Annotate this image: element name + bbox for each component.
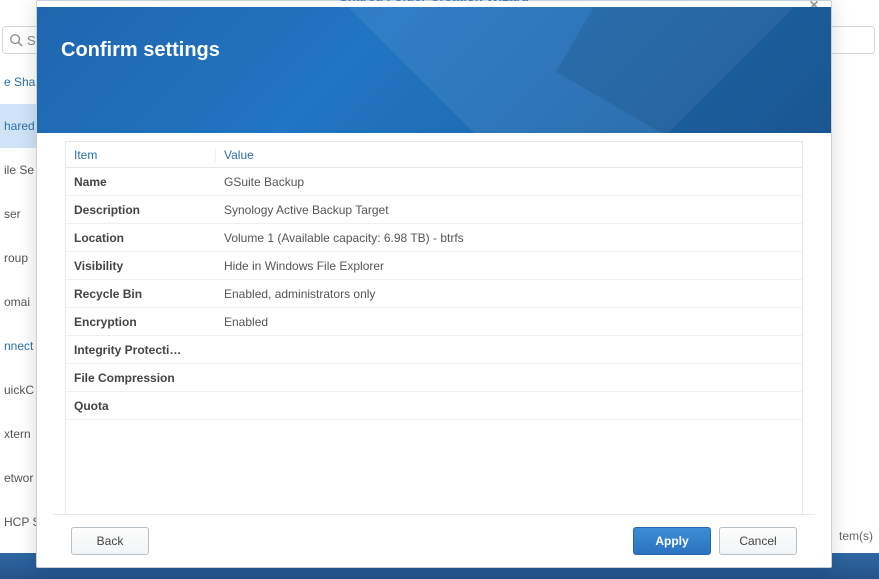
sidebar-item[interactable]: HCP S bbox=[0, 500, 36, 544]
row-item-label: File Compression bbox=[66, 365, 216, 391]
row-item-value bbox=[216, 372, 802, 384]
table-row: Recycle BinEnabled, administrators only bbox=[66, 280, 802, 308]
col-item-header: Item bbox=[66, 148, 216, 162]
sidebar-item-label: nnect bbox=[4, 339, 33, 353]
sidebar-item-label: roup bbox=[4, 251, 28, 265]
modal-footer: Back Apply Cancel bbox=[53, 514, 815, 567]
wizard-step-title: Confirm settings bbox=[61, 39, 220, 62]
table-row: Integrity Protecti… bbox=[66, 336, 802, 364]
table-row: DescriptionSynology Active Backup Target bbox=[66, 196, 802, 224]
row-item-label: Location bbox=[66, 225, 216, 251]
row-item-label: Visibility bbox=[66, 253, 216, 279]
sidebar-item[interactable]: omai bbox=[0, 280, 36, 324]
search-placeholder: S bbox=[27, 33, 36, 48]
table-row: EncryptionEnabled bbox=[66, 308, 802, 336]
sidebar-item-label: omai bbox=[4, 295, 30, 309]
sidebar-item-label: uickC bbox=[4, 383, 34, 397]
row-item-value: Synology Active Backup Target bbox=[216, 197, 802, 223]
table-row: Quota bbox=[66, 392, 802, 420]
table-row: File Compression bbox=[66, 364, 802, 392]
sidebar-item-label: HCP S bbox=[4, 515, 36, 529]
sidebar-item[interactable]: xtern bbox=[0, 412, 36, 456]
row-item-value: Hide in Windows File Explorer bbox=[216, 253, 802, 279]
row-item-label: Name bbox=[66, 169, 216, 195]
row-item-value: Enabled bbox=[216, 309, 802, 335]
sidebar-item-label: etwor bbox=[4, 471, 33, 485]
row-item-label: Quota bbox=[66, 393, 216, 419]
table-row: VisibilityHide in Windows File Explorer bbox=[66, 252, 802, 280]
sidebar-item-label: xtern bbox=[4, 427, 31, 441]
table-row: LocationVolume 1 (Available capacity: 6.… bbox=[66, 224, 802, 252]
wizard-modal: Shared Folder Creation Wizard × Confirm … bbox=[36, 0, 832, 568]
sidebar-item[interactable]: hared bbox=[0, 104, 36, 148]
table-header: Item Value bbox=[66, 142, 802, 168]
row-item-label: Description bbox=[66, 197, 216, 223]
table-row: NameGSuite Backup bbox=[66, 168, 802, 196]
settings-table: Item Value NameGSuite BackupDescriptionS… bbox=[65, 141, 803, 514]
row-item-value: GSuite Backup bbox=[216, 169, 802, 195]
row-item-label: Integrity Protecti… bbox=[66, 337, 216, 363]
wizard-header: Confirm settings bbox=[37, 7, 831, 133]
sidebar-item-label: e Sha bbox=[4, 75, 35, 89]
apply-button[interactable]: Apply bbox=[633, 527, 711, 555]
sidebar-item[interactable]: ile Se bbox=[0, 148, 36, 192]
sidebar: e Sha hared ile Se ser roup omai nnect uickC xte… bbox=[0, 60, 36, 579]
sidebar-item[interactable]: ser bbox=[0, 192, 36, 236]
col-value-header: Value bbox=[216, 148, 802, 162]
search-icon bbox=[9, 33, 23, 47]
sidebar-item-label: ile Se bbox=[4, 163, 34, 177]
row-item-label: Recycle Bin bbox=[66, 281, 216, 307]
row-item-label: Encryption bbox=[66, 309, 216, 335]
sidebar-item-label: hared bbox=[4, 119, 35, 133]
row-item-value bbox=[216, 344, 802, 356]
row-item-value: Enabled, administrators only bbox=[216, 281, 802, 307]
sidebar-item[interactable]: uickC bbox=[0, 368, 36, 412]
row-item-value bbox=[216, 400, 802, 412]
item-count-text: tem(s) bbox=[839, 529, 873, 543]
sidebar-item[interactable]: nnect bbox=[0, 324, 36, 368]
cancel-button[interactable]: Cancel bbox=[719, 527, 797, 555]
sidebar-item[interactable]: roup bbox=[0, 236, 36, 280]
sidebar-item-label: ser bbox=[4, 207, 21, 221]
sidebar-item[interactable]: etwor bbox=[0, 456, 36, 500]
row-item-value: Volume 1 (Available capacity: 6.98 TB) -… bbox=[216, 225, 802, 251]
back-button[interactable]: Back bbox=[71, 527, 149, 555]
sidebar-item[interactable]: e Sha bbox=[0, 60, 36, 104]
